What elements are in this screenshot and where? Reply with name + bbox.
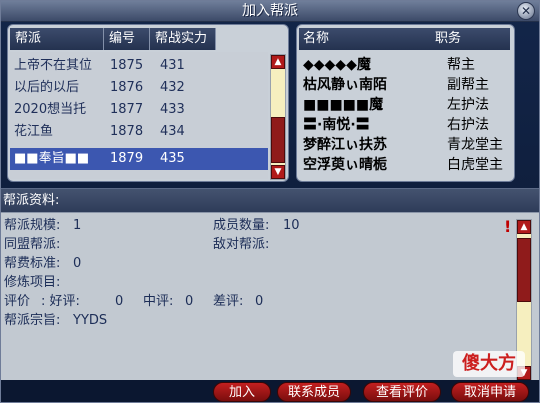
column-header-id[interactable]: 编号 (104, 28, 150, 50)
enemy-label: 敌对帮派: (213, 237, 270, 252)
cancel-application-button[interactable]: 取消申请 (451, 382, 529, 402)
member-role: 右护法 (447, 117, 489, 133)
gang-id: 1879 (110, 151, 144, 166)
gang-name: ■■奉旨■■ (14, 151, 90, 166)
gang-id: 1875 (110, 58, 144, 73)
scroll-up-icon[interactable]: ▲ (271, 55, 285, 69)
window-title: 加入帮派 (242, 3, 298, 19)
watermark-logo: 傻大方 (453, 351, 525, 377)
gang-power: 432 (160, 80, 185, 95)
mid-rating-value: 0 (185, 294, 194, 309)
join-button[interactable]: 加入 (213, 382, 271, 402)
gang-row[interactable]: 2020想当托 1877 433 (10, 99, 268, 121)
bad-rating-label: 差评: (213, 294, 244, 309)
gang-info-header: 帮派资料: (1, 188, 539, 214)
member-name[interactable]: 〓·南悦·〓 (303, 115, 370, 135)
gang-power: 434 (160, 124, 185, 139)
gang-power: 431 (160, 58, 185, 73)
gang-name: 以后的以后 (14, 80, 80, 95)
member-role: 帮主 (447, 57, 475, 73)
gang-list: 上帝不在其位 1875 431 以后的以后 1876 432 2020想当托 1… (10, 52, 268, 179)
member-role: 青龙堂主 (447, 137, 503, 153)
member-name[interactable]: 梦醉江ぃ扶苏 (303, 135, 387, 155)
member-role: 副帮主 (447, 77, 489, 93)
member-role: 左护法 (447, 97, 489, 113)
cultivation-label: 修炼项目: (4, 275, 61, 290)
scale-label: 帮派规模: (4, 218, 61, 233)
gang-id: 1876 (110, 80, 144, 95)
gang-row[interactable]: 花江鱼 1878 434 (10, 121, 268, 143)
members-header-bar (299, 28, 510, 50)
member-name[interactable]: ◆◆◆◆◆魔 (303, 55, 371, 75)
ally-label: 同盟帮派: (4, 237, 61, 252)
gang-name: 2020想当托 (14, 102, 87, 117)
members-count-label: 成员数量: (213, 218, 270, 233)
gang-name: 上帝不在其位 (14, 58, 93, 73)
members-count-value: 10 (283, 218, 300, 233)
member-name[interactable]: ■■■■■魔 (303, 95, 383, 115)
gang-row[interactable]: 上帝不在其位 1875 431 (10, 55, 268, 77)
good-rating-label: : 好评: (41, 294, 80, 309)
gang-info-title: 帮派资料: (3, 193, 60, 208)
members-panel: 名称 职务 ◆◆◆◆◆魔 帮主 枯风静ぃ南陌 副帮主 ■■■■■魔 左护法 〓·… (296, 24, 515, 182)
contact-members-button[interactable]: 联系成员 (277, 382, 351, 402)
scroll-thumb[interactable] (517, 238, 531, 302)
column-header-role[interactable]: 职务 (435, 28, 461, 50)
scroll-down-icon[interactable]: ▼ (271, 165, 285, 179)
gang-row[interactable]: 以后的以后 1876 432 (10, 77, 268, 99)
gang-id: 1877 (110, 102, 144, 117)
close-icon[interactable]: ✕ (517, 2, 535, 20)
member-name[interactable]: 空浮萸ぃ晴栀 (303, 155, 387, 175)
alert-icon: ! (504, 217, 512, 236)
column-header-power[interactable]: 帮战实力 (150, 28, 216, 50)
join-gang-window: 加入帮派 ✕ 帮派 编号 帮战实力 上帝不在其位 1875 431 以后的以后 … (0, 0, 540, 403)
member-name[interactable]: 枯风静ぃ南陌 (303, 75, 387, 95)
gang-name: 花江鱼 (14, 124, 54, 139)
scroll-thumb[interactable] (271, 117, 285, 163)
member-role: 白虎堂主 (447, 157, 503, 173)
gang-row-selected[interactable]: ■■奉旨■■ 1879 435 (10, 148, 268, 170)
scale-value: 1 (73, 218, 82, 233)
gang-power: 433 (160, 102, 185, 117)
gang-list-scrollbar[interactable]: ▲ ▼ (270, 54, 286, 180)
title-bar[interactable]: 加入帮派 ✕ (1, 1, 539, 22)
motto-label: 帮派宗旨: (4, 313, 61, 328)
column-header-name[interactable]: 名称 (303, 28, 329, 50)
view-reviews-button[interactable]: 查看评价 (363, 382, 441, 402)
gang-id: 1878 (110, 124, 144, 139)
gang-list-panel: 帮派 编号 帮战实力 上帝不在其位 1875 431 以后的以后 1876 43… (7, 24, 289, 182)
fee-value: 0 (73, 256, 82, 271)
rating-label: 评价 (4, 294, 31, 309)
scroll-up-icon[interactable]: ▲ (517, 220, 531, 234)
mid-rating-label: 中评: (143, 294, 174, 309)
column-header-gang[interactable]: 帮派 (10, 28, 104, 50)
bad-rating-value: 0 (255, 294, 264, 309)
gang-power: 435 (160, 151, 185, 166)
fee-label: 帮费标准: (4, 256, 61, 271)
motto-value: YYDS (73, 313, 108, 328)
good-rating-value: 0 (115, 294, 124, 309)
